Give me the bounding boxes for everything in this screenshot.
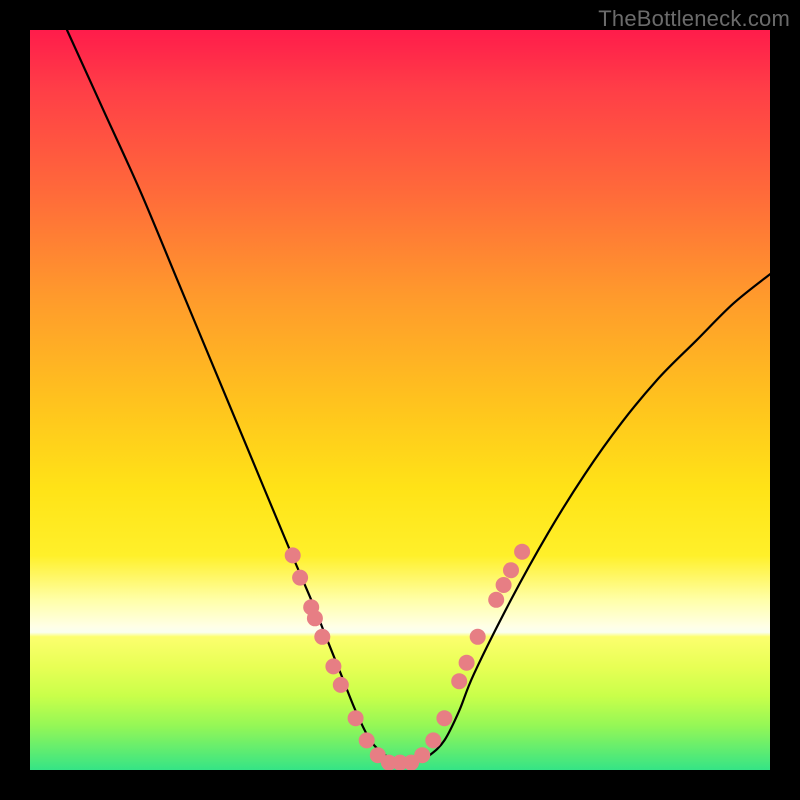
curve-marker — [325, 658, 341, 674]
curve-marker — [307, 610, 323, 626]
bottleneck-curve-path — [67, 30, 770, 764]
curve-marker — [451, 673, 467, 689]
curve-marker — [359, 732, 375, 748]
plot-area — [30, 30, 770, 770]
curve-marker — [503, 562, 519, 578]
curve-marker — [285, 547, 301, 563]
curve-marker — [436, 710, 452, 726]
curve-marker — [459, 655, 475, 671]
curve-marker — [470, 629, 486, 645]
curve-marker — [496, 577, 512, 593]
curve-layer — [30, 30, 770, 770]
curve-marker — [314, 629, 330, 645]
marker-group — [285, 544, 530, 770]
curve-marker — [514, 544, 530, 560]
chart-frame: TheBottleneck.com — [0, 0, 800, 800]
curve-marker — [292, 570, 308, 586]
curve-marker — [425, 732, 441, 748]
watermark-text: TheBottleneck.com — [598, 6, 790, 32]
curve-marker — [414, 747, 430, 763]
curve-marker — [348, 710, 364, 726]
curve-marker — [333, 677, 349, 693]
curve-marker — [488, 592, 504, 608]
